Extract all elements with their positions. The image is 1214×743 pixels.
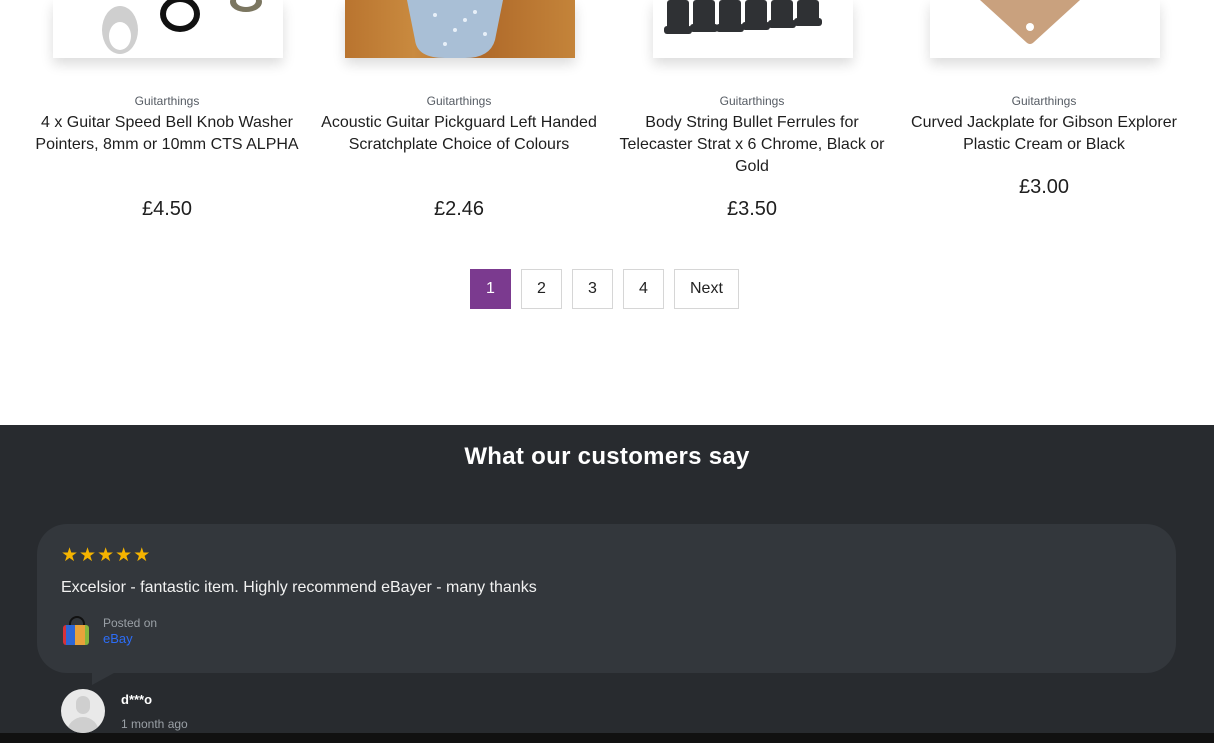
- review-author: d***o 1 month ago: [61, 689, 188, 733]
- product-price: £4.50: [141, 198, 193, 220]
- next-page-button[interactable]: Next: [674, 269, 739, 309]
- review-time: 1 month ago: [121, 717, 188, 731]
- star-icon: ★: [133, 545, 151, 566]
- product-title[interactable]: 4 x Guitar Speed Bell Knob Washer Pointe…: [21, 112, 313, 156]
- reviews-section: What our customers say ★ ★ ★ ★ ★ Excelsi…: [0, 425, 1214, 733]
- product-title[interactable]: Body String Bullet Ferrules for Telecast…: [606, 112, 898, 178]
- page-2-button[interactable]: 2: [521, 269, 562, 309]
- string-ferrules-image[interactable]: [653, 0, 853, 58]
- star-icon: ★: [61, 545, 79, 566]
- footer-strip: [0, 733, 1214, 743]
- posted-on-label: Posted on: [103, 616, 158, 630]
- pickguard-image[interactable]: [345, 0, 575, 58]
- page-3-button[interactable]: 3: [572, 269, 613, 309]
- product-vendor: Guitarthings: [719, 94, 785, 108]
- author-name: d***o: [121, 692, 153, 707]
- avatar: [61, 689, 105, 733]
- page-4-button[interactable]: 4: [623, 269, 664, 309]
- bubble-tail: [92, 673, 114, 685]
- page-1-button[interactable]: 1: [470, 269, 511, 309]
- product-vendor: Guitarthings: [426, 94, 492, 108]
- review-source: Posted on eBay: [63, 615, 157, 647]
- platform-link[interactable]: eBay: [103, 631, 157, 647]
- pagination: 1 2 3 4 Next: [470, 269, 739, 309]
- ebay-bag-icon: [63, 616, 91, 646]
- review-card: ★ ★ ★ ★ ★ Excelsior - fantastic item. Hi…: [37, 524, 1176, 685]
- star-icon: ★: [115, 545, 133, 566]
- product-title[interactable]: Acoustic Guitar Pickguard Left Handed Sc…: [313, 112, 605, 156]
- jackplate-image[interactable]: [930, 0, 1160, 58]
- product-vendor: Guitarthings: [1011, 94, 1077, 108]
- star-icon: ★: [79, 545, 97, 566]
- product-vendor: Guitarthings: [134, 94, 200, 108]
- reviews-heading: What our customers say: [464, 443, 750, 470]
- star-icon: ★: [97, 545, 115, 566]
- product-price: £2.46: [433, 198, 485, 220]
- star-rating: ★ ★ ★ ★ ★: [61, 545, 151, 566]
- product-grid: Guitarthings 4 x Guitar Speed Bell Knob …: [0, 0, 1214, 425]
- product-price: £3.00: [1018, 176, 1070, 198]
- product-title[interactable]: Curved Jackplate for Gibson Explorer Pla…: [898, 112, 1190, 156]
- review-text: Excelsior - fantastic item. Highly recom…: [61, 579, 537, 596]
- knob-washer-pointers-image[interactable]: [53, 0, 283, 58]
- product-price: £3.50: [726, 198, 778, 220]
